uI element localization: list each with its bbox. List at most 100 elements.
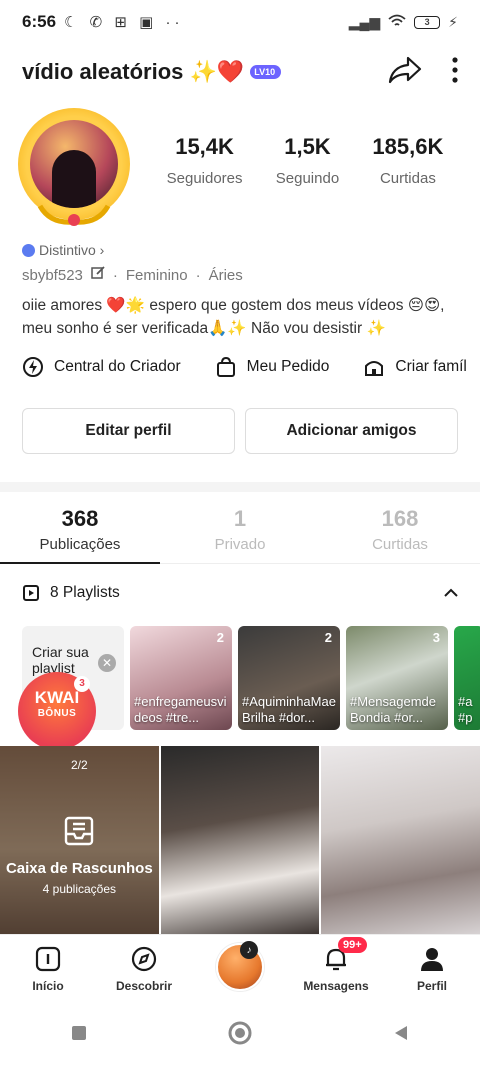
tab-private[interactable]: 1 Privado <box>160 500 320 563</box>
status-time: 6:56 <box>22 12 57 31</box>
system-navigation <box>0 1004 480 1066</box>
lightning-circle-icon <box>23 357 43 377</box>
laurel-icon <box>37 204 111 226</box>
person-icon <box>421 948 443 971</box>
drafts-title: Caixa de Rascunhos <box>5 860 153 877</box>
nav-profile[interactable]: Perfil <box>384 935 480 1004</box>
nav-profile-label: Perfil <box>416 979 447 993</box>
playlist-card[interactable]: 2 #enfregameusvideos #tre... <box>130 626 232 730</box>
tab-likes[interactable]: 168 Curtidas <box>320 500 480 563</box>
tab-label: Privado <box>214 536 266 553</box>
creator-center-button[interactable]: Central do Criador <box>22 356 181 378</box>
signal-icon: ▂▄▆ <box>348 13 381 30</box>
likes-stat[interactable]: 185,6K Curtidas <box>372 134 443 187</box>
playlist-icon <box>23 585 39 601</box>
meta-separator: · <box>195 266 201 284</box>
distintivo-badge-icon <box>22 243 35 257</box>
following-label: Seguindo <box>275 170 340 187</box>
kwai-bonus-button[interactable]: KWAI BÔNUS 3 <box>18 672 96 750</box>
status-bar: 6:56 ☾ ✆ ⊞ ▣ ·· ▂▄▆ 3 ⚡ <box>0 0 480 44</box>
charging-icon: ⚡ <box>448 13 458 30</box>
distintivo-link[interactable]: Distintivo › <box>22 242 104 258</box>
battery-icon: 3 <box>414 15 441 29</box>
content-tabs: 368 Publicações 1 Privado 168 Curtidas <box>0 500 480 564</box>
tab-count: 1 <box>233 506 247 531</box>
music-note-icon: ♪ <box>240 941 258 959</box>
tab-label: Curtidas <box>372 536 428 553</box>
video-thumbnail[interactable] <box>160 746 320 934</box>
close-icon[interactable]: ✕ <box>98 654 116 672</box>
shopping-bag-icon <box>216 356 235 377</box>
nav-messages[interactable]: 99+ Mensagens <box>288 935 384 1004</box>
drafts-tile[interactable]: 2/2 Caixa de Rascunhos 4 publicações <box>0 746 159 934</box>
avatar-silhouette <box>52 150 96 208</box>
tab-label: Publicações <box>39 536 121 553</box>
creator-center-label: Central do Criador <box>54 358 181 375</box>
my-order-label: Meu Pedido <box>246 358 330 375</box>
more-options-icon[interactable] <box>452 56 458 88</box>
username: sbybf523 <box>22 266 83 284</box>
likes-count: 185,6K <box>372 134 444 159</box>
tab-publications[interactable]: 368 Publicações <box>0 500 160 563</box>
distintivo-label: Distintivo › <box>39 242 105 258</box>
page-title: vídio aleatórios ✨❤️ <box>22 59 245 84</box>
edit-profile-button[interactable]: Editar perfil <box>22 408 235 454</box>
playlists-title: 8 Playlists <box>50 584 120 601</box>
avatar-image <box>30 120 118 208</box>
nav-live-avatar[interactable]: ♪ <box>192 935 288 1004</box>
level-badge[interactable]: LV10 <box>250 65 282 79</box>
my-order-button[interactable]: Meu Pedido <box>215 356 330 378</box>
section-divider <box>0 482 480 492</box>
wifi-icon <box>388 14 406 31</box>
profile-stats: 15,4K Seguidores 1,5K Seguindo 185,6K Cu… <box>150 134 460 187</box>
messages-badge: 99+ <box>338 937 367 953</box>
followers-label: Seguidores <box>166 170 243 187</box>
profile-actions: Editar perfil Adicionar amigos <box>22 408 458 454</box>
create-family-button[interactable]: Criar famíl <box>363 356 467 378</box>
drafts-box-icon <box>64 816 94 846</box>
bottom-navigation: Início Descobrir ♪ 99+ Mensagens Perfil <box>0 934 480 1004</box>
nav-discover[interactable]: Descobrir <box>96 935 192 1004</box>
compass-icon <box>131 946 157 972</box>
tab-count: 368 <box>61 506 99 531</box>
profile-bio: oiie amores ❤️🌟 espero que gostem dos me… <box>22 297 445 337</box>
share-icon[interactable] <box>388 55 422 90</box>
edit-username-icon[interactable] <box>91 266 105 284</box>
playlist-card[interactable]: #a #p <box>454 626 480 730</box>
followers-stat[interactable]: 15,4K Seguidores <box>167 134 243 187</box>
playlist-caption: #MensagemdeBondia #or... <box>350 694 436 725</box>
house-icon <box>365 361 384 376</box>
back-icon[interactable] <box>392 1024 410 1047</box>
drafts-count: 4 publicações <box>42 882 117 896</box>
profile-avatar[interactable] <box>18 108 130 226</box>
profile-header: vídio aleatórios ✨❤️ LV10 <box>0 50 480 94</box>
meta-separator: · <box>112 266 118 284</box>
likes-label: Curtidas <box>379 170 436 187</box>
playlist-count: 2 <box>216 630 224 645</box>
nav-home[interactable]: Início <box>0 935 96 1004</box>
kwai-bonus-badge: 3 <box>74 676 90 692</box>
playlist-card[interactable]: 2 #AquiminhaMaeBrilha #dor... <box>238 626 340 730</box>
nav-discover-label: Descobrir <box>115 979 173 993</box>
chevron-up-icon[interactable] <box>444 585 458 601</box>
home-button-icon[interactable] <box>227 1020 253 1051</box>
kwai-bonus-line2: BÔNUS <box>37 708 77 719</box>
following-stat[interactable]: 1,5K Seguindo <box>276 134 339 187</box>
profile-meta: sbybf523 · Feminino · Áries <box>22 266 243 284</box>
creator-tools: Central do Criador Meu Pedido Criar famí… <box>22 356 480 378</box>
create-family-label: Criar famíl <box>395 358 467 375</box>
add-friends-button[interactable]: Adicionar amigos <box>245 408 458 454</box>
playlist-caption: #a #p <box>458 694 473 725</box>
video-thumbnail[interactable] <box>321 746 480 934</box>
recents-icon[interactable] <box>70 1024 88 1047</box>
drafts-overlay: 2/2 Caixa de Rascunhos 4 publicações <box>0 746 159 934</box>
playlists-header[interactable]: 8 Playlists <box>22 584 458 602</box>
following-count: 1,5K <box>284 134 331 159</box>
playlist-caption: #enfregameusvideos #tre... <box>134 694 227 725</box>
home-icon <box>35 946 61 972</box>
status-right: ▂▄▆ 3 ⚡ <box>349 14 458 31</box>
playlist-card[interactable]: 3 #MensagemdeBondia #or... <box>346 626 448 730</box>
nav-messages-label: Mensagens <box>303 979 369 993</box>
video-grid: 2/2 Caixa de Rascunhos 4 publicações <box>0 746 480 934</box>
followers-count: 15,4K <box>175 134 234 159</box>
